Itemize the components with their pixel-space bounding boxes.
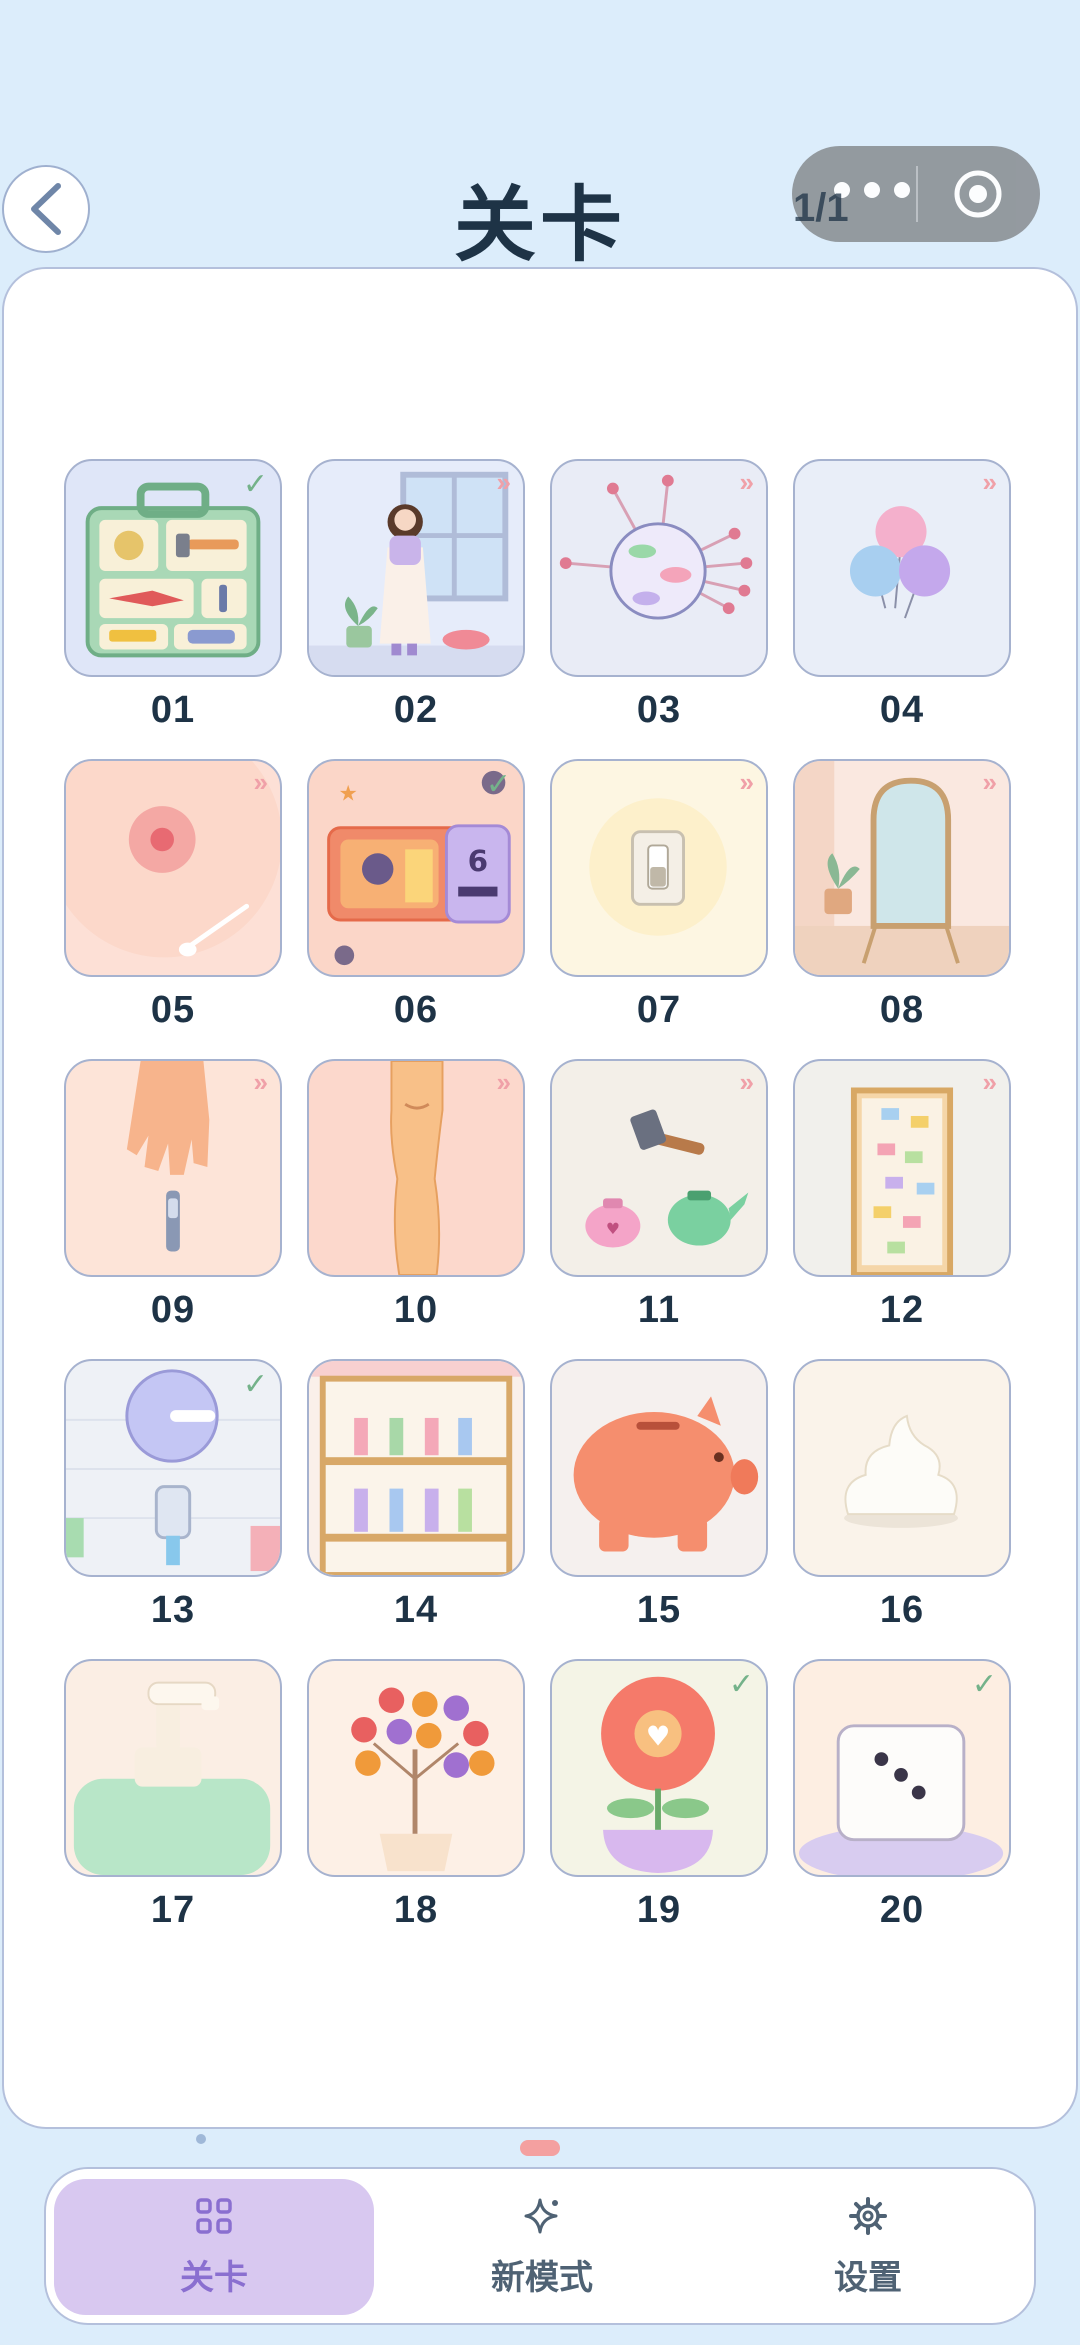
page-indicator: 1/1 (793, 186, 849, 230)
level-number: 14 (393, 1589, 439, 1631)
level-card-12[interactable]: » 12 (793, 1059, 1011, 1332)
level-card-17[interactable]: 17 (64, 1659, 282, 1932)
next-arrow-icon: » (496, 467, 511, 497)
next-arrow-icon: » (739, 467, 754, 497)
level-card-09[interactable]: » 09 (64, 1059, 282, 1332)
gear-icon (849, 2196, 887, 2235)
level-number: 20 (879, 1889, 925, 1931)
next-arrow-icon: » (496, 1067, 511, 1097)
next-arrow-icon: » (739, 1067, 754, 1097)
bottom-tab-bar: 关卡 新模式 设置 (44, 2167, 1036, 2325)
fruit-tree-icon (307, 1659, 525, 1877)
dice-icon: ✓ (793, 1659, 1011, 1877)
next-arrow-icon: » (253, 767, 268, 797)
faucet-icon: ✓ (64, 1359, 282, 1577)
level-number: 13 (150, 1589, 196, 1631)
svg-text:♥: ♥ (646, 1720, 671, 1752)
level-card-14[interactable]: 14 (307, 1359, 525, 1632)
level-card-08[interactable]: » 08 (793, 759, 1011, 1032)
level-card-01[interactable]: ✓ 01 (64, 459, 282, 732)
level-card-04[interactable]: » 04 (793, 459, 1011, 732)
movie-ticket-icon: 6 ★ ✓ (307, 759, 525, 977)
tab-label: 设置 (834, 2258, 902, 2297)
flower-pot-icon: ♥ ✓ (550, 1659, 768, 1877)
level-card-15[interactable]: 15 (550, 1359, 768, 1632)
hand-nail-clipper-icon: » (64, 1059, 282, 1277)
next-arrow-icon: » (739, 767, 754, 797)
tab-settings[interactable]: 设置 (708, 2179, 1028, 2315)
level-card-06[interactable]: 6 ★ ✓ 06 (307, 759, 525, 1032)
piggy-bank-icon (550, 1359, 768, 1577)
level-number: 17 (150, 1889, 196, 1931)
girl-window-icon: » (307, 459, 525, 677)
tab-label: 关卡 (180, 2258, 248, 2297)
level-number: 15 (636, 1589, 682, 1631)
level-number: 18 (393, 1889, 439, 1931)
completed-check-icon: ✓ (242, 1368, 268, 1401)
svg-text:♥: ♥ (606, 1219, 620, 1238)
level-card-05[interactable]: » 05 (64, 759, 282, 1032)
level-number: 16 (879, 1589, 925, 1631)
completed-check-icon: ✓ (971, 1668, 997, 1701)
completed-check-icon: ✓ (242, 468, 268, 501)
level-number: 03 (636, 689, 682, 731)
svg-text:6: 6 (468, 844, 488, 878)
mirror-icon: » (793, 759, 1011, 977)
light-switch-icon: » (550, 759, 768, 977)
level-number: 01 (150, 689, 196, 731)
level-number: 09 (150, 1289, 196, 1331)
soap-pump-icon (64, 1659, 282, 1877)
tab-label: 新模式 (491, 2258, 593, 2297)
bookshelf-icon (307, 1359, 525, 1577)
level-card-20[interactable]: ✓ 20 (793, 1659, 1011, 1932)
tab-new-mode[interactable]: 新模式 (382, 2179, 702, 2315)
svg-text:★: ★ (338, 780, 357, 805)
level-card-03[interactable]: » 03 (550, 459, 768, 732)
completed-check-icon: ✓ (485, 768, 511, 801)
next-arrow-icon: » (982, 467, 997, 497)
close-target-icon[interactable] (952, 168, 1004, 220)
level-number: 12 (879, 1289, 925, 1331)
level-number: 07 (636, 989, 682, 1031)
level-number: 02 (393, 689, 439, 731)
level-card-07[interactable]: » 07 (550, 759, 768, 1032)
capsule-divider (916, 166, 918, 222)
level-number: 10 (393, 1289, 439, 1331)
level-number: 05 (150, 989, 196, 1031)
sticky-notes-door-icon: » (793, 1059, 1011, 1277)
toolbox-icon: ✓ (64, 459, 282, 677)
level-card-13[interactable]: ✓ 13 (64, 1359, 282, 1632)
balloons-icon: » (793, 459, 1011, 677)
tab-levels[interactable]: 关卡 (54, 2179, 374, 2315)
decorative-dot (196, 2134, 206, 2144)
level-card-19[interactable]: ♥ ✓ 19 (550, 1659, 768, 1932)
level-card-16[interactable]: 16 (793, 1359, 1011, 1632)
virus-ball-icon: » (550, 459, 768, 677)
level-card-10[interactable]: » 10 (307, 1059, 525, 1332)
level-number: 08 (879, 989, 925, 1031)
sparkle-icon (524, 2198, 558, 2233)
level-number: 19 (636, 1889, 682, 1931)
cream-icon (793, 1359, 1011, 1577)
level-card-11[interactable]: ♥ » 11 (550, 1059, 768, 1332)
level-card-02[interactable]: » 02 (307, 459, 525, 732)
drag-handle[interactable] (520, 2140, 560, 2156)
next-arrow-icon: » (982, 1067, 997, 1097)
level-number: 04 (879, 689, 925, 731)
level-number: 06 (393, 989, 439, 1031)
hammer-teapot-icon: ♥ » (550, 1059, 768, 1277)
next-arrow-icon: » (253, 1067, 268, 1097)
leg-icon: » (307, 1059, 525, 1277)
grid-icon (196, 2197, 232, 2234)
next-arrow-icon: » (982, 767, 997, 797)
level-card-18[interactable]: 18 (307, 1659, 525, 1932)
level-number: 11 (637, 1289, 681, 1331)
peach-spoon-icon: » (64, 759, 282, 977)
completed-check-icon: ✓ (728, 1668, 754, 1701)
